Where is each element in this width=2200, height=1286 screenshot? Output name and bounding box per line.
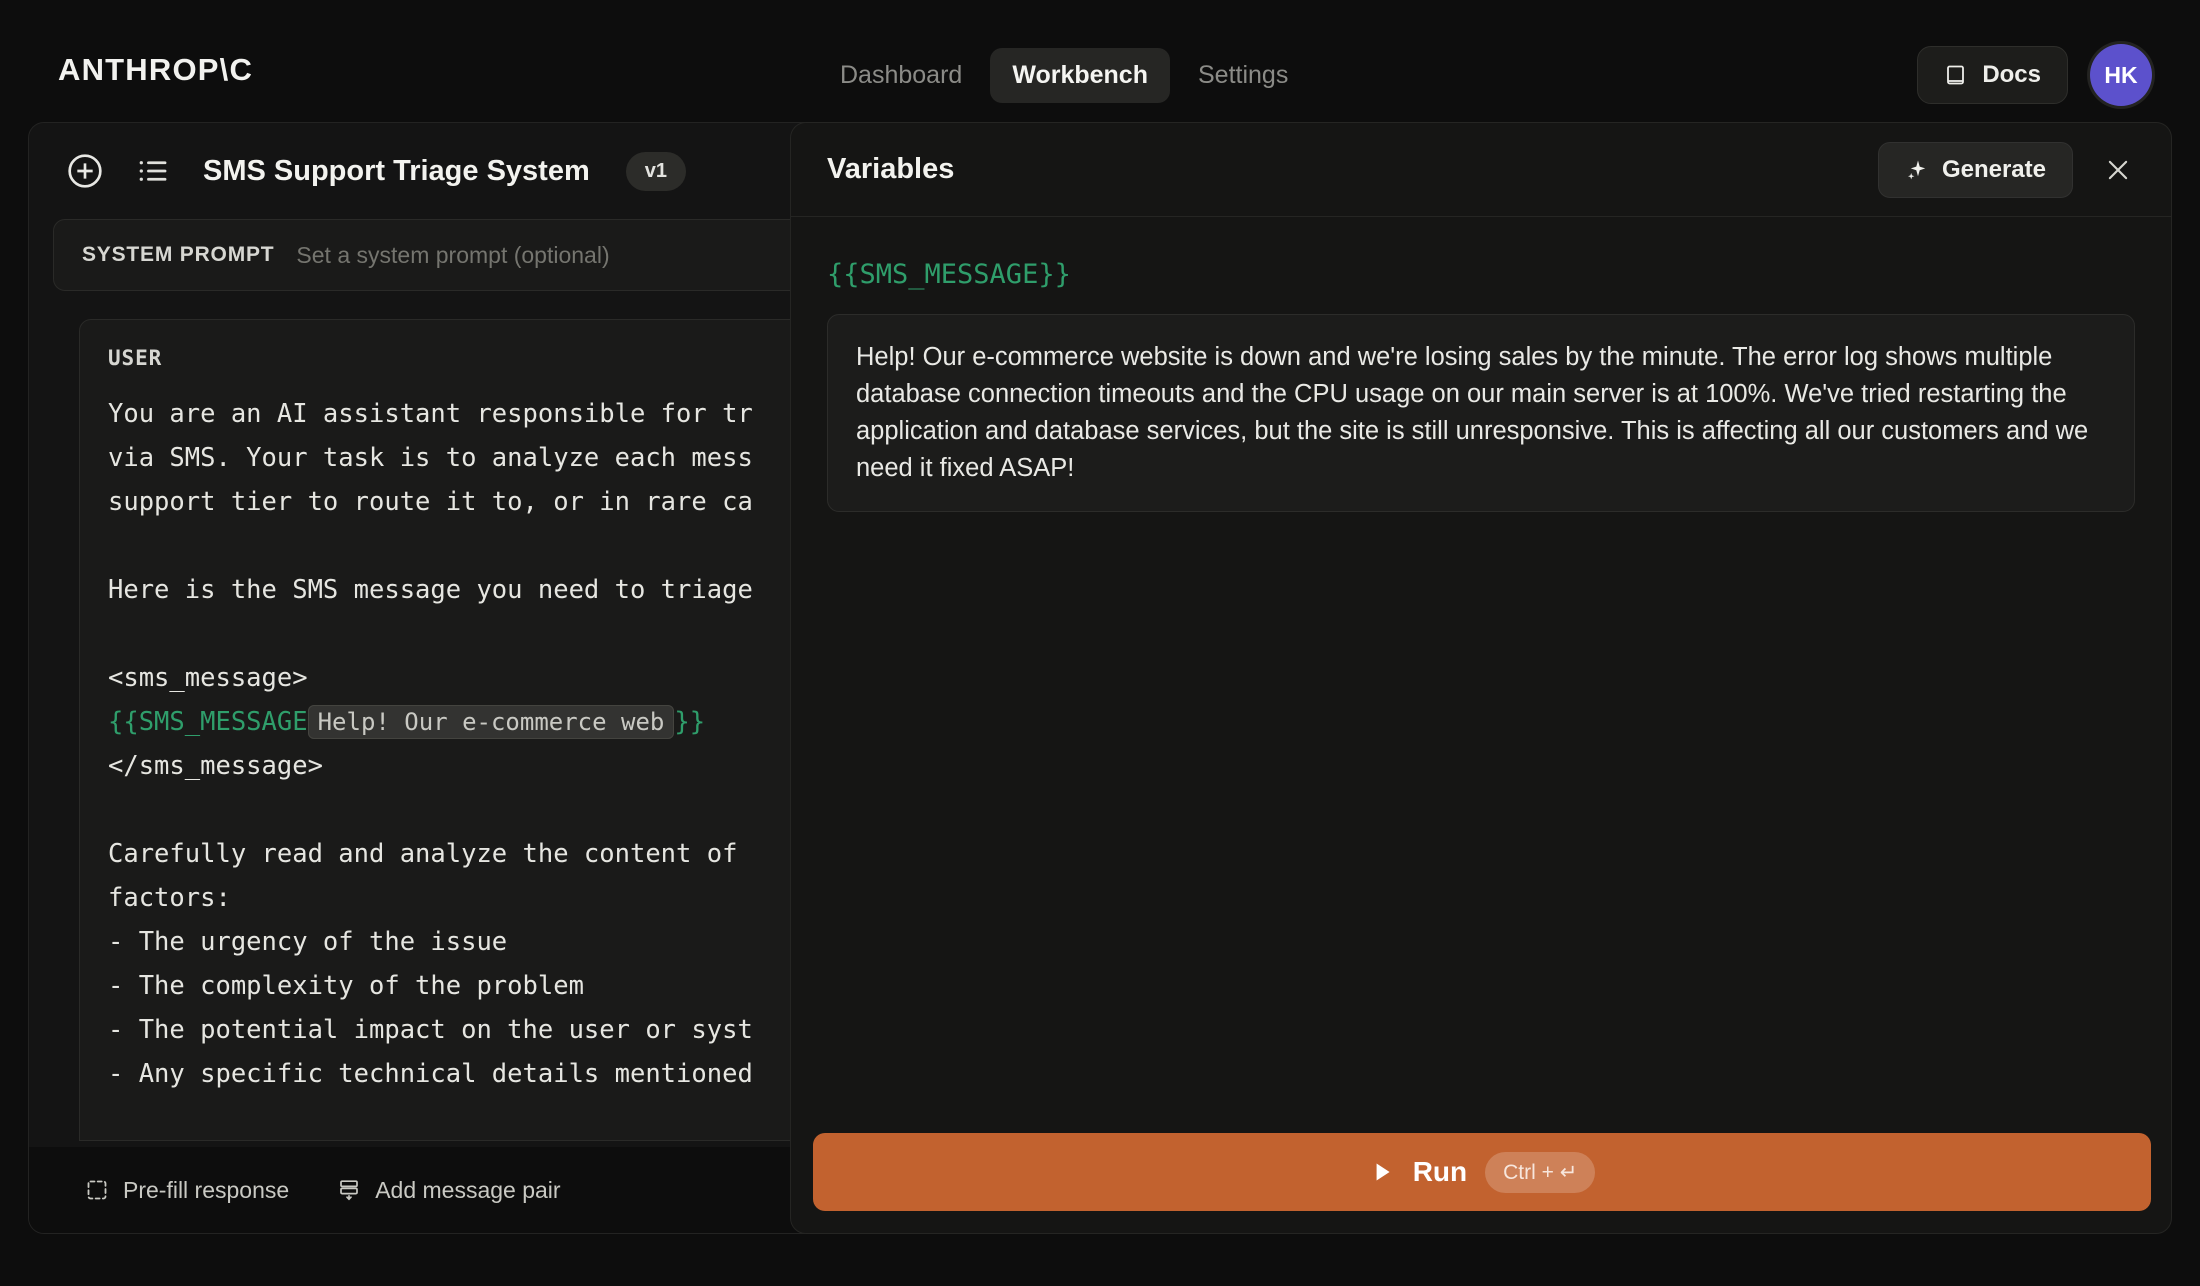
prompt-line: - The potential impact on the user or sy… bbox=[108, 1015, 753, 1045]
nav-item-settings[interactable]: Settings bbox=[1176, 48, 1310, 103]
variables-panel-title: Variables bbox=[827, 153, 955, 185]
system-prompt-label: SYSTEM PROMPT bbox=[82, 243, 275, 266]
page-title: SMS Support Triage System bbox=[203, 154, 590, 187]
brand-logo: ANTHROP\C bbox=[58, 52, 254, 87]
list-icon[interactable] bbox=[129, 147, 177, 195]
top-bar: ANTHROP\C Dashboard Workbench Settings D… bbox=[0, 0, 2200, 120]
book-icon bbox=[1944, 63, 1968, 87]
docs-button[interactable]: Docs bbox=[1917, 46, 2068, 104]
sparkle-icon bbox=[1905, 158, 1929, 182]
generate-button[interactable]: Generate bbox=[1877, 141, 2073, 198]
nav-item-dashboard[interactable]: Dashboard bbox=[818, 48, 984, 103]
docs-button-label: Docs bbox=[1982, 61, 2041, 88]
run-button-label: Run bbox=[1412, 1156, 1468, 1187]
prompt-line: You are an AI assistant responsible for … bbox=[108, 399, 753, 429]
workbench-app: ANTHROP\C Dashboard Workbench Settings D… bbox=[0, 0, 2200, 1286]
nav-item-workbench[interactable]: Workbench bbox=[990, 48, 1170, 103]
variable-token-close[interactable]: }} bbox=[674, 707, 705, 737]
run-button[interactable]: Run Ctrl + ↵ bbox=[813, 1133, 2151, 1211]
generate-button-label: Generate bbox=[1941, 155, 2046, 183]
variable-token-open[interactable]: {{SMS_MESSAGE bbox=[108, 707, 308, 737]
version-badge[interactable]: v1 bbox=[625, 151, 687, 191]
prompt-line: Here is the SMS message you need to tria… bbox=[108, 575, 753, 605]
dashed-square-icon bbox=[85, 1178, 109, 1202]
prompt-line: via SMS. Your task is to analyze each me… bbox=[108, 443, 753, 473]
close-icon[interactable] bbox=[2095, 147, 2141, 193]
variables-panel-actions: Generate bbox=[1877, 141, 2141, 198]
prompt-line: </sms_message> bbox=[108, 751, 323, 781]
variables-panel: Variables Generate {{SMS_MESSAGE}} Help!… bbox=[790, 122, 2172, 1234]
prompt-line: - Any specific technical details mention… bbox=[108, 1059, 753, 1089]
add-message-pair-button[interactable]: Add message pair bbox=[337, 1176, 561, 1204]
run-shortcut-badge: Ctrl + ↵ bbox=[1485, 1151, 1596, 1193]
variable-name: {{SMS_MESSAGE}} bbox=[827, 259, 1071, 290]
plus-circle-icon[interactable] bbox=[61, 147, 109, 195]
main-nav: Dashboard Workbench Settings bbox=[818, 48, 1310, 103]
prompt-line: factors: bbox=[108, 883, 231, 913]
stacked-rows-icon bbox=[337, 1178, 361, 1202]
prompt-line: Carefully read and analyze the content o… bbox=[108, 839, 738, 869]
variable-preview-chip: Help! Our e-commerce web bbox=[307, 705, 675, 739]
prompt-line: <sms_message> bbox=[108, 663, 308, 693]
prompt-line: - The complexity of the problem bbox=[108, 971, 584, 1001]
variable-value-input[interactable]: Help! Our e-commerce website is down and… bbox=[827, 314, 2135, 512]
prompt-line: support tier to route it to, or in rare … bbox=[108, 487, 753, 517]
prefill-response-label: Pre-fill response bbox=[123, 1176, 290, 1203]
play-icon bbox=[1369, 1159, 1395, 1185]
variables-panel-header: Variables Generate bbox=[791, 123, 2171, 217]
variables-list: {{SMS_MESSAGE}} Help! Our e-commerce web… bbox=[791, 217, 2171, 512]
system-prompt-placeholder: Set a system prompt (optional) bbox=[296, 241, 610, 268]
prefill-response-button[interactable]: Pre-fill response bbox=[85, 1177, 289, 1204]
add-message-pair-label: Add message pair bbox=[375, 1176, 561, 1203]
avatar[interactable]: HK bbox=[2090, 44, 2152, 106]
prompt-line: - The urgency of the issue bbox=[108, 927, 508, 957]
top-bar-actions: Docs HK bbox=[1917, 44, 2152, 106]
